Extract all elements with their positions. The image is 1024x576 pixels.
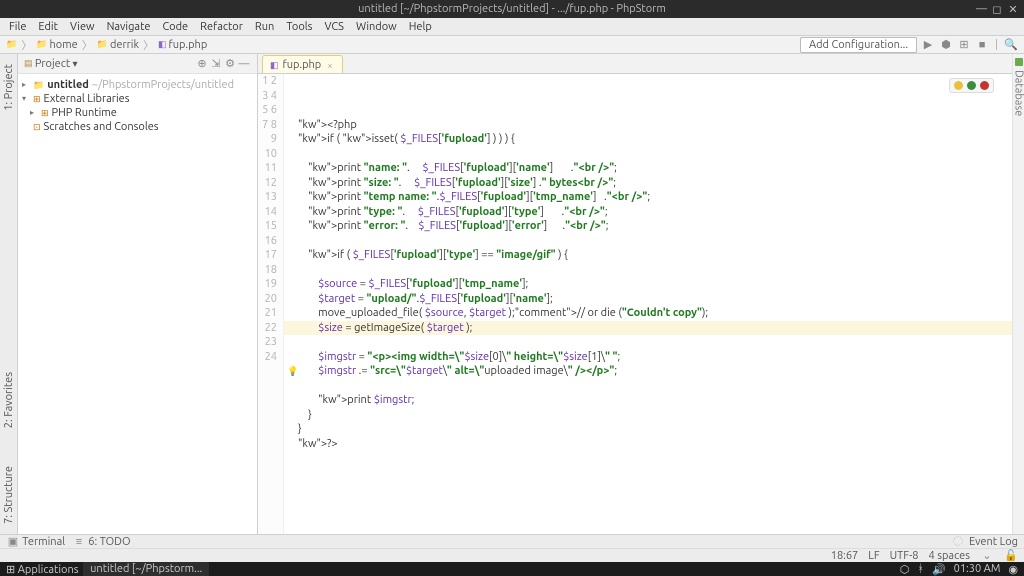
tree-php-runtime[interactable]: ▸⊞ PHP Runtime xyxy=(20,106,255,120)
tab-fup-php[interactable]: ◧ fup.php × xyxy=(262,55,343,73)
hide-icon[interactable]: — xyxy=(237,57,251,71)
tree-scratches[interactable]: ▸⊡ Scratches and Consoles xyxy=(20,120,255,134)
folder-icon: 📁 xyxy=(6,39,17,50)
tool-favorites[interactable]: 2: Favorites xyxy=(2,368,16,432)
breadcrumb[interactable]: derrik xyxy=(110,39,139,51)
folder-icon: 📁 xyxy=(36,39,47,50)
project-tree: ▸📁 untitled ~/PhpstormProjects/untitled … xyxy=(18,74,257,138)
project-icon: ▤ xyxy=(24,58,33,69)
php-runtime-label: PHP Runtime xyxy=(52,106,117,120)
menu-refactor[interactable]: Refactor xyxy=(195,21,248,33)
user-menu-icon[interactable]: ◉ xyxy=(1008,563,1018,576)
separator: | xyxy=(995,39,998,51)
tool-todo[interactable]: 6: TODO xyxy=(88,536,130,548)
tree-external-libs[interactable]: ▾⊞ External Libraries xyxy=(20,92,255,106)
menu-view[interactable]: View xyxy=(65,21,100,33)
menu-code[interactable]: Code xyxy=(157,21,193,33)
lock-icon[interactable]: 🔓 xyxy=(1004,549,1018,563)
tree-root[interactable]: ▸📁 untitled ~/PhpstormProjects/untitled xyxy=(20,78,255,92)
tool-project[interactable]: 1: Project xyxy=(2,60,16,115)
menu-run[interactable]: Run xyxy=(250,21,279,33)
window-controls: — ◻ ✕ xyxy=(976,3,1018,16)
line-gutter: 1 2 3 4 5 6 7 8 9 10 11 12 13 14 15 16 1… xyxy=(258,74,284,534)
separator: 〉 xyxy=(21,37,32,53)
menu-navigate[interactable]: Navigate xyxy=(102,21,156,33)
indent-dropdown-icon[interactable]: ⌄ xyxy=(980,549,994,563)
folder-icon: 📁 xyxy=(97,39,108,50)
separator: 〉 xyxy=(82,37,93,53)
stop-icon[interactable]: ■ xyxy=(975,38,989,52)
php-file-icon: ◧ xyxy=(158,39,167,50)
clock[interactable]: 01:30 AM xyxy=(954,563,1001,575)
tool-eventlog[interactable]: Event Log xyxy=(969,536,1018,548)
menu-help[interactable]: Help xyxy=(404,21,437,33)
editor-area: ◧ fup.php × 1 2 3 4 5 6 7 8 9 10 11 12 1… xyxy=(258,54,1012,534)
menu-window[interactable]: Window xyxy=(351,21,402,33)
main-menu: File Edit View Navigate Code Refactor Ru… xyxy=(0,18,1024,36)
scratches-label: Scratches and Consoles xyxy=(44,120,159,134)
tab-label: fup.php xyxy=(283,59,322,71)
left-tool-stripe: 1: Project 2: Favorites 7: Structure xyxy=(0,54,18,534)
editor-tabs: ◧ fup.php × xyxy=(258,54,1012,74)
bottom-tool-stripe: ▣ Terminal ≡ 6: TODO ◌ Event Log xyxy=(0,534,1024,548)
taskbar-phpstorm[interactable]: untitled [~/Phpstorm... xyxy=(83,562,209,576)
project-header[interactable]: Project xyxy=(35,58,70,70)
tool-structure[interactable]: 7: Structure xyxy=(2,462,16,528)
apps-menu[interactable]: ⊞ Applications xyxy=(6,563,79,576)
close-icon[interactable]: ✕ xyxy=(1008,3,1018,16)
minimize-icon[interactable]: — xyxy=(976,3,986,16)
inspection-status-icon[interactable] xyxy=(1015,58,1023,66)
tool-database[interactable]: Database xyxy=(1013,70,1024,116)
right-tool-stripe: Database xyxy=(1012,54,1024,534)
root-path: ~/PhpstormProjects/untitled xyxy=(92,78,234,92)
window-title: untitled [~/PhpstormProjects/untitled] -… xyxy=(358,3,666,15)
php-file-icon: ◧ xyxy=(270,60,279,71)
system-taskbar: ⊞ Applications untitled [~/Phpstorm... ⬡… xyxy=(0,562,1024,576)
firefox-icon[interactable] xyxy=(967,81,976,90)
menu-file[interactable]: File xyxy=(4,21,31,33)
status-indent[interactable]: 4 spaces xyxy=(928,550,970,562)
volume-icon[interactable]: 🔊 xyxy=(932,563,946,576)
opera-icon[interactable] xyxy=(980,81,989,90)
run-icon[interactable]: ▶ xyxy=(921,38,935,52)
todo-icon: ≡ xyxy=(72,535,86,549)
chrome-icon[interactable] xyxy=(954,81,963,90)
close-tab-icon[interactable]: × xyxy=(327,60,333,71)
status-caret-pos[interactable]: 18:67 xyxy=(831,550,859,562)
breadcrumb[interactable]: fup.php xyxy=(169,39,208,51)
dropbox-icon[interactable]: ⬡ xyxy=(900,563,910,576)
browser-launchers xyxy=(949,78,994,93)
project-panel: ▤ Project ▾ ⊕ ⇲ ⚙ — ▸📁 untitled ~/Phpsto… xyxy=(18,54,258,534)
menu-vcs[interactable]: VCS xyxy=(319,21,349,33)
breadcrumb[interactable]: home xyxy=(49,39,77,51)
code-editor[interactable]: 1 2 3 4 5 6 7 8 9 10 11 12 13 14 15 16 1… xyxy=(258,74,1012,534)
event-log-icon: ◌ xyxy=(951,535,965,549)
menu-edit[interactable]: Edit xyxy=(33,21,63,33)
separator: 〉 xyxy=(143,37,154,53)
maximize-icon[interactable]: ◻ xyxy=(992,3,1002,16)
target-icon[interactable]: ⊕ xyxy=(195,57,209,71)
terminal-icon: ▣ xyxy=(6,535,20,549)
collapse-icon[interactable]: ⇲ xyxy=(209,57,223,71)
root-name: untitled xyxy=(47,78,89,92)
menu-tools[interactable]: Tools xyxy=(281,21,317,33)
window-titlebar: untitled [~/PhpstormProjects/untitled] -… xyxy=(0,0,1024,18)
add-configuration-button[interactable]: Add Configuration... xyxy=(800,37,917,53)
gear-icon[interactable]: ⚙ xyxy=(223,57,237,71)
breadcrumb-bar: 📁 〉 📁 home 〉 📁 derrik 〉 ◧ fup.php Add Co… xyxy=(0,36,1024,54)
code-text[interactable]: "kw"><?php "kw">if ( "kw">isset( $_FILES… xyxy=(284,74,1012,534)
debug-icon[interactable]: ⬢ xyxy=(939,38,953,52)
search-icon[interactable]: 🔍 xyxy=(1004,38,1018,52)
status-encoding[interactable]: UTF-8 xyxy=(890,550,919,562)
ext-libs-label: External Libraries xyxy=(44,92,130,106)
coverage-icon[interactable]: ⊞ xyxy=(957,38,971,52)
status-bar: 18:67 LF UTF-8 4 spaces ⌄ 🔓 xyxy=(0,548,1024,562)
tool-terminal[interactable]: Terminal xyxy=(22,536,65,548)
bluetooth-icon[interactable]: ᚼ xyxy=(917,563,924,575)
status-linesep[interactable]: LF xyxy=(868,550,879,562)
